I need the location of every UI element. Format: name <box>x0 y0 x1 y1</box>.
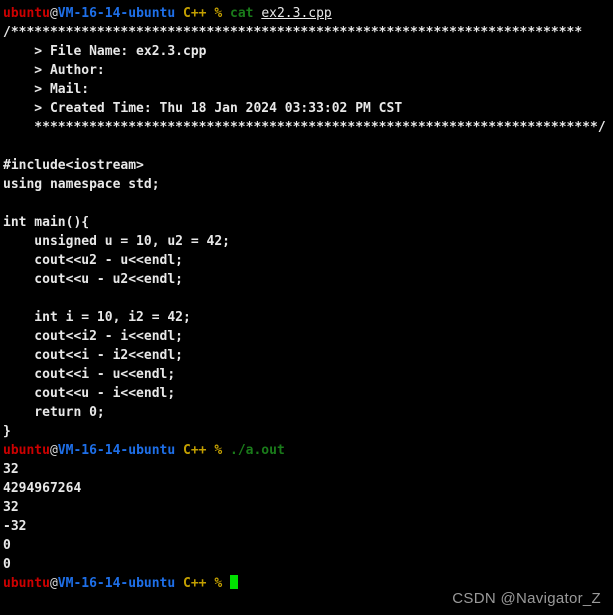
prompt-space-1 <box>175 6 183 21</box>
prompt-line-run: ubuntu@VM-16-14-ubuntu C++ % ./a.out <box>0 441 613 460</box>
prompt-user: ubuntu <box>3 6 50 21</box>
prompt-space-3 <box>222 6 230 21</box>
source-line: return 0; <box>3 405 105 420</box>
output-line: 4294967264 <box>3 481 82 496</box>
prompt-context: C++ <box>183 443 207 458</box>
output-line: 32 <box>3 462 19 477</box>
command-cat: cat <box>230 6 254 21</box>
comment-banner-bottom: ****************************************… <box>3 120 606 135</box>
command-run: ./a.out <box>230 443 285 458</box>
block-cursor-icon[interactable] <box>230 575 238 589</box>
prompt-user: ubuntu <box>3 443 50 458</box>
source-line: cout<<i2 - i<<endl; <box>3 329 184 344</box>
blank-line-after-banner <box>0 137 613 156</box>
prompt-space-3 <box>222 443 230 458</box>
source-line: cout<<i - u<<endl; <box>3 367 176 382</box>
output-line: 0 <box>3 538 11 553</box>
source-line: cout<<u - u2<<endl; <box>3 272 184 287</box>
prompt-at: @ <box>49 6 58 21</box>
source-line: } <box>3 424 11 439</box>
source-line: int i = 10, i2 = 42; <box>3 310 191 325</box>
prompt-at: @ <box>49 443 58 458</box>
terminal-window[interactable]: ubuntu@VM-16-14-ubuntu C++ % cat ex2.3.c… <box>0 0 613 615</box>
source-line: cout<<u2 - u<<endl; <box>3 253 184 268</box>
source-line: cout<<u - i<<endl; <box>3 386 176 401</box>
prompt-context: C++ <box>183 6 207 21</box>
header-file-name: > File Name: ex2.3.cpp <box>3 44 207 59</box>
prompt-context: C++ <box>183 576 207 591</box>
prompt-space-1 <box>175 576 183 591</box>
source-line: unsigned u = 10, u2 = 42; <box>3 234 230 249</box>
command-arg-filename: ex2.3.cpp <box>261 6 332 21</box>
prompt-space-1 <box>175 443 183 458</box>
output-line: 0 <box>3 557 11 572</box>
output-line: -32 <box>3 519 27 534</box>
watermark-text: CSDN @Navigator_Z <box>452 590 601 607</box>
comment-banner-top: /***************************************… <box>3 25 583 40</box>
output-line: 32 <box>3 500 19 515</box>
source-line <box>0 289 613 308</box>
prompt-symbol: % <box>214 443 223 458</box>
header-created-time: > Created Time: Thu 18 Jan 2024 03:33:02… <box>3 101 403 116</box>
prompt-at: @ <box>49 576 58 591</box>
prompt-line-cat: ubuntu@VM-16-14-ubuntu C++ % cat ex2.3.c… <box>0 4 613 23</box>
header-mail: > Mail: <box>3 82 90 97</box>
prompt-host: VM-16-14-ubuntu <box>57 576 176 591</box>
source-line: int main(){ <box>3 215 90 230</box>
prompt-symbol: % <box>214 6 223 21</box>
prompt-host: VM-16-14-ubuntu <box>57 6 176 21</box>
prompt-host: VM-16-14-ubuntu <box>57 443 176 458</box>
prompt-space-3 <box>222 576 230 591</box>
source-line <box>0 194 613 213</box>
header-author: > Author: <box>3 63 105 78</box>
source-line: using namespace std; <box>3 177 160 192</box>
prompt-user: ubuntu <box>3 576 50 591</box>
source-line: #include<iostream> <box>3 158 144 173</box>
source-line: cout<<i - i2<<endl; <box>3 348 184 363</box>
prompt-symbol: % <box>214 576 223 591</box>
